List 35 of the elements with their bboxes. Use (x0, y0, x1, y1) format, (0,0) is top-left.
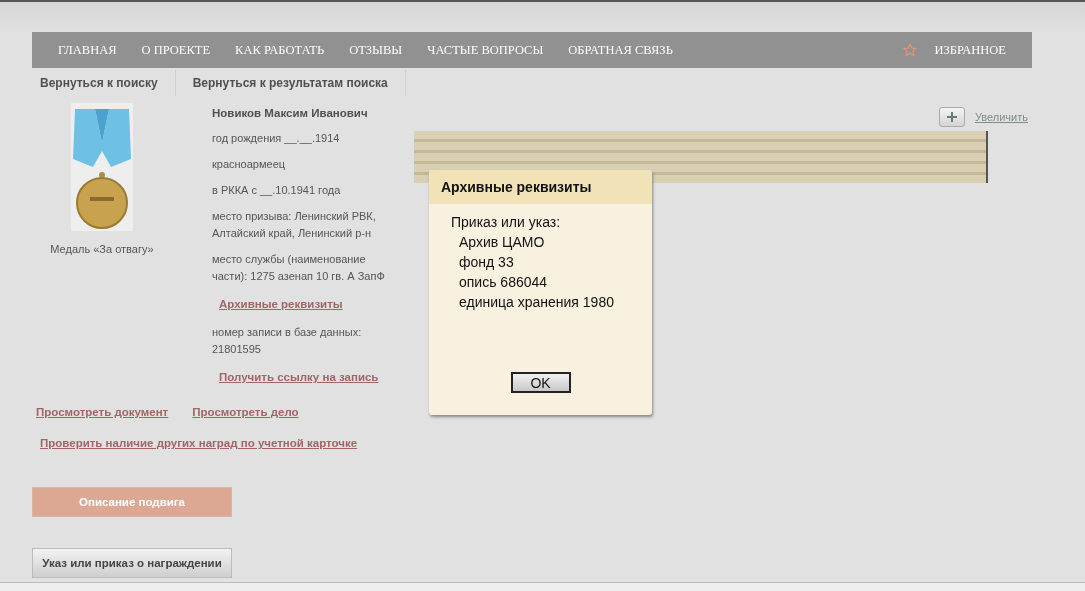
info-text: в РККА с __.10.1941 года (212, 183, 342, 198)
ok-button[interactable]: OK (510, 372, 571, 393)
back-link[interactable]: Вернуться к поиску (32, 70, 176, 96)
person-name: Новиков Максим Иванович (212, 107, 369, 119)
medal-caption: Медаль «За отвагу» (50, 243, 154, 255)
record-link[interactable]: Архивные реквизиты (219, 298, 343, 310)
zoom-link[interactable]: Увеличить (974, 111, 1028, 123)
section-button[interactable]: Описание подвига (32, 487, 232, 517)
info-text: место призыва: Ленинский РВК, Алтайский край, Ленинский р-н (212, 209, 377, 241)
favorites-link[interactable]: ИЗБРАННОЕ (934, 42, 1006, 58)
info-text: номер записи в базе данных: 21801595 (212, 325, 363, 357)
dialog-title: Архивные реквизиты (429, 170, 652, 204)
dialog-text: Архив ЦАМО (458, 233, 546, 252)
info-text: место службы (наименование части): 1275 азенап 10 гв. А ЗапФ (212, 252, 386, 284)
star-icon[interactable] (903, 43, 918, 57)
nav-link[interactable]: ОБРАТНАЯ СВЯЗЬ (568, 42, 673, 58)
view-link[interactable]: Просмотреть дело (192, 406, 299, 418)
dialog-text: фонд 33 (458, 253, 515, 272)
zoom-in-button[interactable] (938, 107, 965, 127)
nav-link[interactable]: КАК РАБОТАТЬ (235, 42, 325, 58)
dialog-heading: Приказ или указ: (451, 213, 562, 232)
plus-icon (946, 112, 957, 122)
view-link[interactable]: Просмотреть документ (36, 406, 169, 418)
check-awards-link[interactable]: Проверить наличие других наград по учетной карточке (40, 437, 358, 449)
nav-link[interactable]: ГЛАВНАЯ (58, 42, 117, 58)
info-text: красноармеец (212, 157, 287, 172)
dialog-text: опись 686044 (458, 273, 549, 292)
nav-link[interactable]: ЧАСТЫЕ ВОПРОСЫ (427, 42, 544, 58)
info-text: год рождения __.__.1914 (212, 131, 341, 146)
section-button[interactable]: Указ или приказ о награждении (32, 548, 232, 578)
nav-link[interactable]: О ПРОЕКТЕ (141, 42, 211, 58)
nav-link[interactable]: ОТЗЫВЫ (349, 42, 403, 58)
back-link[interactable]: Вернуться к результатам поиска (175, 70, 406, 96)
dialog-text: единица хранения 1980 (458, 293, 615, 312)
record-link[interactable]: Получить ссылку на запись (219, 371, 379, 383)
